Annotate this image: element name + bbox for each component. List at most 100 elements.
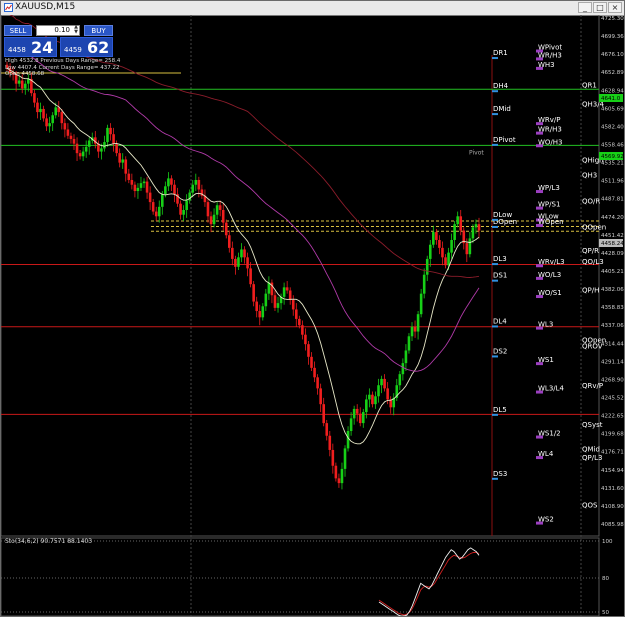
ask-quote[interactable]: 4459 62 [60, 37, 113, 57]
buy-button[interactable]: BUY [84, 25, 113, 36]
price-chart[interactable]: Pivot DR1DH4DMidDPivotDLowDOpenDL3DS1DL4… [1, 15, 624, 616]
price-tick-label: 4558.46 [601, 143, 624, 149]
stoch-frame [1, 537, 600, 616]
candle-body [444, 257, 447, 266]
daily-level-label: DH4 [493, 82, 509, 90]
price-axis[interactable]: 4725.30 4699.36 4676.10 4652.89 4628.94 4605.… [599, 16, 624, 528]
daily-level-marker [492, 279, 498, 282]
candle-body [456, 216, 459, 225]
price-tick-label: 4199.68 [601, 432, 624, 438]
minimize-button[interactable]: _ [578, 2, 592, 13]
candle-body [255, 301, 259, 312]
daily-level-label: DL3 [493, 255, 507, 263]
price-tick-label: 4628.94 [601, 88, 624, 94]
candle-body [136, 187, 140, 192]
candle-body [322, 404, 325, 424]
close-button[interactable]: × [608, 2, 622, 13]
candle-body [36, 102, 39, 113]
candle-body [325, 423, 329, 436]
candle-body [127, 173, 131, 180]
candle-body [48, 123, 51, 127]
candle-body [23, 83, 27, 89]
candle-body [310, 356, 313, 368]
quarter-level-label: QOS [582, 501, 598, 509]
weekly-level-label: WO/S1 [538, 289, 562, 297]
daily-level-marker [492, 218, 498, 221]
candle-body [215, 205, 219, 215]
candle-body [151, 202, 155, 212]
stoch-level-label: 50 [602, 610, 609, 616]
candle-body [261, 306, 265, 318]
candle-body [69, 135, 73, 139]
candle-body [276, 303, 280, 308]
range-info-line1: High 4532.8 Previous Days Range= 258.4 [5, 58, 121, 64]
candle-body [221, 209, 225, 223]
price-tick-label: 4405.21 [601, 269, 624, 275]
candle-body [428, 244, 432, 259]
weekly-level-label: WL4 [538, 450, 554, 458]
maximize-button[interactable]: □ [593, 2, 607, 13]
daily-level-label: DS1 [493, 272, 507, 280]
candle-body [313, 367, 316, 378]
price-tick-label: 4474.20 [601, 215, 624, 221]
candle-body [154, 211, 158, 217]
candle-body [352, 408, 356, 419]
candle-body [331, 449, 335, 466]
candle-body [234, 258, 237, 267]
price-tick-label: 4725.30 [601, 16, 624, 22]
daily-level-marker [492, 143, 498, 146]
candle-body [115, 143, 118, 154]
candle-body [197, 179, 201, 190]
title-bar[interactable]: XAUUSD,M15 _ □ × [1, 1, 624, 16]
quarter-level-label: QMid [582, 445, 600, 453]
quarter-level-label: QR1 [582, 81, 597, 89]
price-tick-label: 4535.21 [601, 161, 624, 167]
sell-button[interactable]: SELL [4, 25, 32, 36]
weekly-level-label: WOpen [538, 218, 564, 226]
weekly-level-label: WS2 [538, 516, 554, 524]
candle-body [465, 243, 469, 255]
daily-level-label: DL4 [493, 317, 507, 325]
quarter-level-label: QROV [582, 343, 603, 351]
candle-body [282, 287, 286, 297]
price-tick-label: 4358.83 [601, 305, 624, 311]
stochastic-panel: 100 80 50 [1, 539, 613, 616]
candle-body [142, 181, 146, 184]
candle-body [337, 478, 341, 484]
price-tick-label: 4428.09 [601, 251, 624, 257]
candle-body [288, 290, 292, 300]
daily-level-marker [492, 225, 498, 228]
weekly-level-label: WO/L3 [538, 271, 561, 279]
candle-body [294, 309, 298, 319]
candle-body [365, 399, 368, 413]
quarter-level-label: QRv/P [582, 382, 603, 390]
candle-body [133, 184, 137, 192]
candle-body [401, 363, 405, 375]
weekly-level-label: WH3 [538, 61, 555, 69]
lot-down-icon[interactable]: ▼ [73, 30, 79, 35]
daily-level-marker [492, 325, 498, 328]
candle-body [343, 448, 347, 469]
candle-body [349, 418, 353, 432]
candle-body [404, 350, 408, 364]
candle-body [185, 200, 188, 210]
candle-body [78, 153, 82, 157]
price-tick-label: 4268.90 [601, 377, 624, 383]
candle-body [45, 118, 48, 127]
weekly-level-label: WP/L3 [538, 184, 560, 192]
candle-body [231, 247, 234, 259]
bid-quote[interactable]: 4458 24 [4, 37, 57, 57]
daily-level-marker [492, 113, 498, 116]
quarter-level-label: QP/H [582, 287, 599, 295]
one-click-trading-panel: SELL 0.10 ▲ ▼ BUY 4458 24 4459 62 [4, 25, 113, 57]
candle-body [368, 394, 371, 400]
price-tick-label: 4245.52 [601, 396, 624, 402]
stoch-level-label: 80 [602, 576, 609, 582]
candle-body [179, 203, 182, 215]
candle-body [453, 224, 456, 240]
candle-body [60, 112, 64, 124]
price-tick-label: 4652.89 [601, 70, 624, 76]
candle-body [72, 138, 76, 144]
price-tick-label: 4511.96 [601, 179, 624, 185]
candle-body [157, 206, 161, 217]
